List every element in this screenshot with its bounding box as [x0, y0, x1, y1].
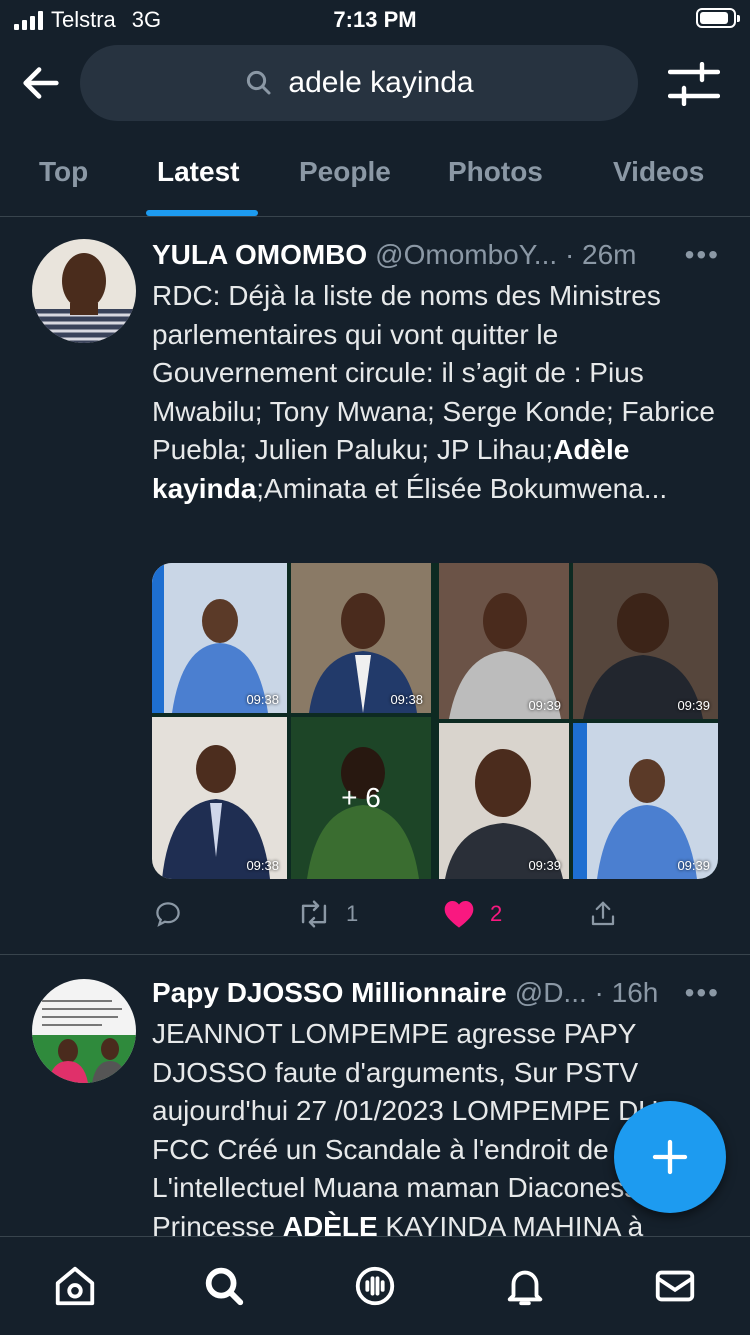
media-photo: + 6: [291, 717, 431, 879]
tab-top[interactable]: Top: [39, 156, 88, 188]
like-count: 2: [490, 901, 503, 926]
author-handle[interactable]: @OmomboY... · 26m: [375, 239, 676, 271]
retweet-button[interactable]: 1: [296, 899, 358, 929]
clock: 7:13 PM: [333, 7, 417, 32]
more-media-count[interactable]: + 6: [291, 717, 431, 879]
compose-tweet-button[interactable]: [614, 1101, 726, 1213]
share-button[interactable]: [588, 899, 618, 929]
media-timestamp: 09:38: [246, 692, 279, 707]
plus-icon: [652, 1139, 688, 1175]
spaces-icon[interactable]: [352, 1263, 398, 1309]
media-photo: 09:39: [439, 723, 569, 879]
search-tabs: Top Latest People Photos Videos: [0, 140, 750, 217]
tweet-media[interactable]: 09:38 09:38 09:38 + 6 09:39 09:39 09:39: [152, 563, 718, 879]
messages-icon[interactable]: [652, 1263, 698, 1309]
avatar[interactable]: [32, 979, 136, 1083]
retweet-icon: [301, 900, 327, 928]
author-name[interactable]: Papy DJOSSO Millionnaire: [152, 977, 507, 1009]
home-icon[interactable]: [52, 1263, 98, 1309]
bottom-navigation: [0, 1236, 750, 1335]
search-header: adele kayinda: [0, 40, 750, 130]
media-timestamp: 09:38: [390, 692, 423, 707]
filter-sliders-icon[interactable]: [668, 62, 720, 106]
tab-people[interactable]: People: [299, 156, 391, 188]
media-timestamp: 09:39: [528, 858, 561, 873]
reply-icon: [156, 902, 180, 927]
media-photo: 09:39: [573, 723, 718, 879]
media-photo: 09:38: [152, 717, 287, 879]
author-name[interactable]: YULA OMOMBO: [152, 239, 367, 271]
media-photo: 09:38: [291, 563, 431, 713]
search-input[interactable]: adele kayinda: [80, 45, 638, 121]
media-timestamp: 09:39: [677, 698, 710, 713]
media-timestamp: 09:39: [528, 698, 561, 713]
tab-videos[interactable]: Videos: [613, 156, 704, 188]
more-options-icon[interactable]: •••: [685, 239, 720, 271]
retweet-count: 1: [346, 901, 359, 926]
share-icon: [591, 901, 615, 926]
tweet-text: RDC: Déjà la liste de noms des Ministres…: [152, 280, 715, 504]
more-options-icon[interactable]: •••: [685, 977, 720, 1009]
author-handle[interactable]: @D... · 16h: [515, 977, 677, 1009]
tweet-header: Papy DJOSSO Millionnaire @D... · 16h •••: [152, 977, 720, 1009]
tweet-time: · 16h: [594, 977, 659, 1008]
active-tab-indicator: [146, 210, 258, 216]
search-icon[interactable]: [201, 1263, 247, 1309]
tweet-time: · 26m: [564, 239, 637, 270]
back-arrow-icon[interactable]: [18, 60, 64, 106]
tweet[interactable]: YULA OMOMBO @OmomboY... · 26m ••• RDC: D…: [0, 217, 750, 955]
media-photo: 09:38: [152, 563, 287, 713]
heart-icon: [444, 901, 474, 928]
media-photo: 09:39: [439, 563, 569, 719]
media-timestamp: 09:39: [677, 858, 710, 873]
tweet-header: YULA OMOMBO @OmomboY... · 26m •••: [152, 239, 720, 271]
media-timestamp: 09:38: [246, 858, 279, 873]
like-button[interactable]: 2: [442, 899, 502, 929]
reply-button[interactable]: [152, 899, 184, 929]
battery-icon: [696, 8, 740, 28]
avatar[interactable]: [32, 239, 136, 343]
notifications-icon[interactable]: [502, 1263, 548, 1309]
tab-photos[interactable]: Photos: [448, 156, 543, 188]
tab-latest[interactable]: Latest: [157, 156, 239, 188]
status-bar: Telstra 3G 7:13 PM: [0, 0, 750, 40]
search-icon: [247, 70, 271, 95]
media-photo: 09:39: [573, 563, 718, 719]
search-query: adele kayinda: [288, 66, 474, 99]
tweet-actions: 1 2: [152, 899, 718, 935]
